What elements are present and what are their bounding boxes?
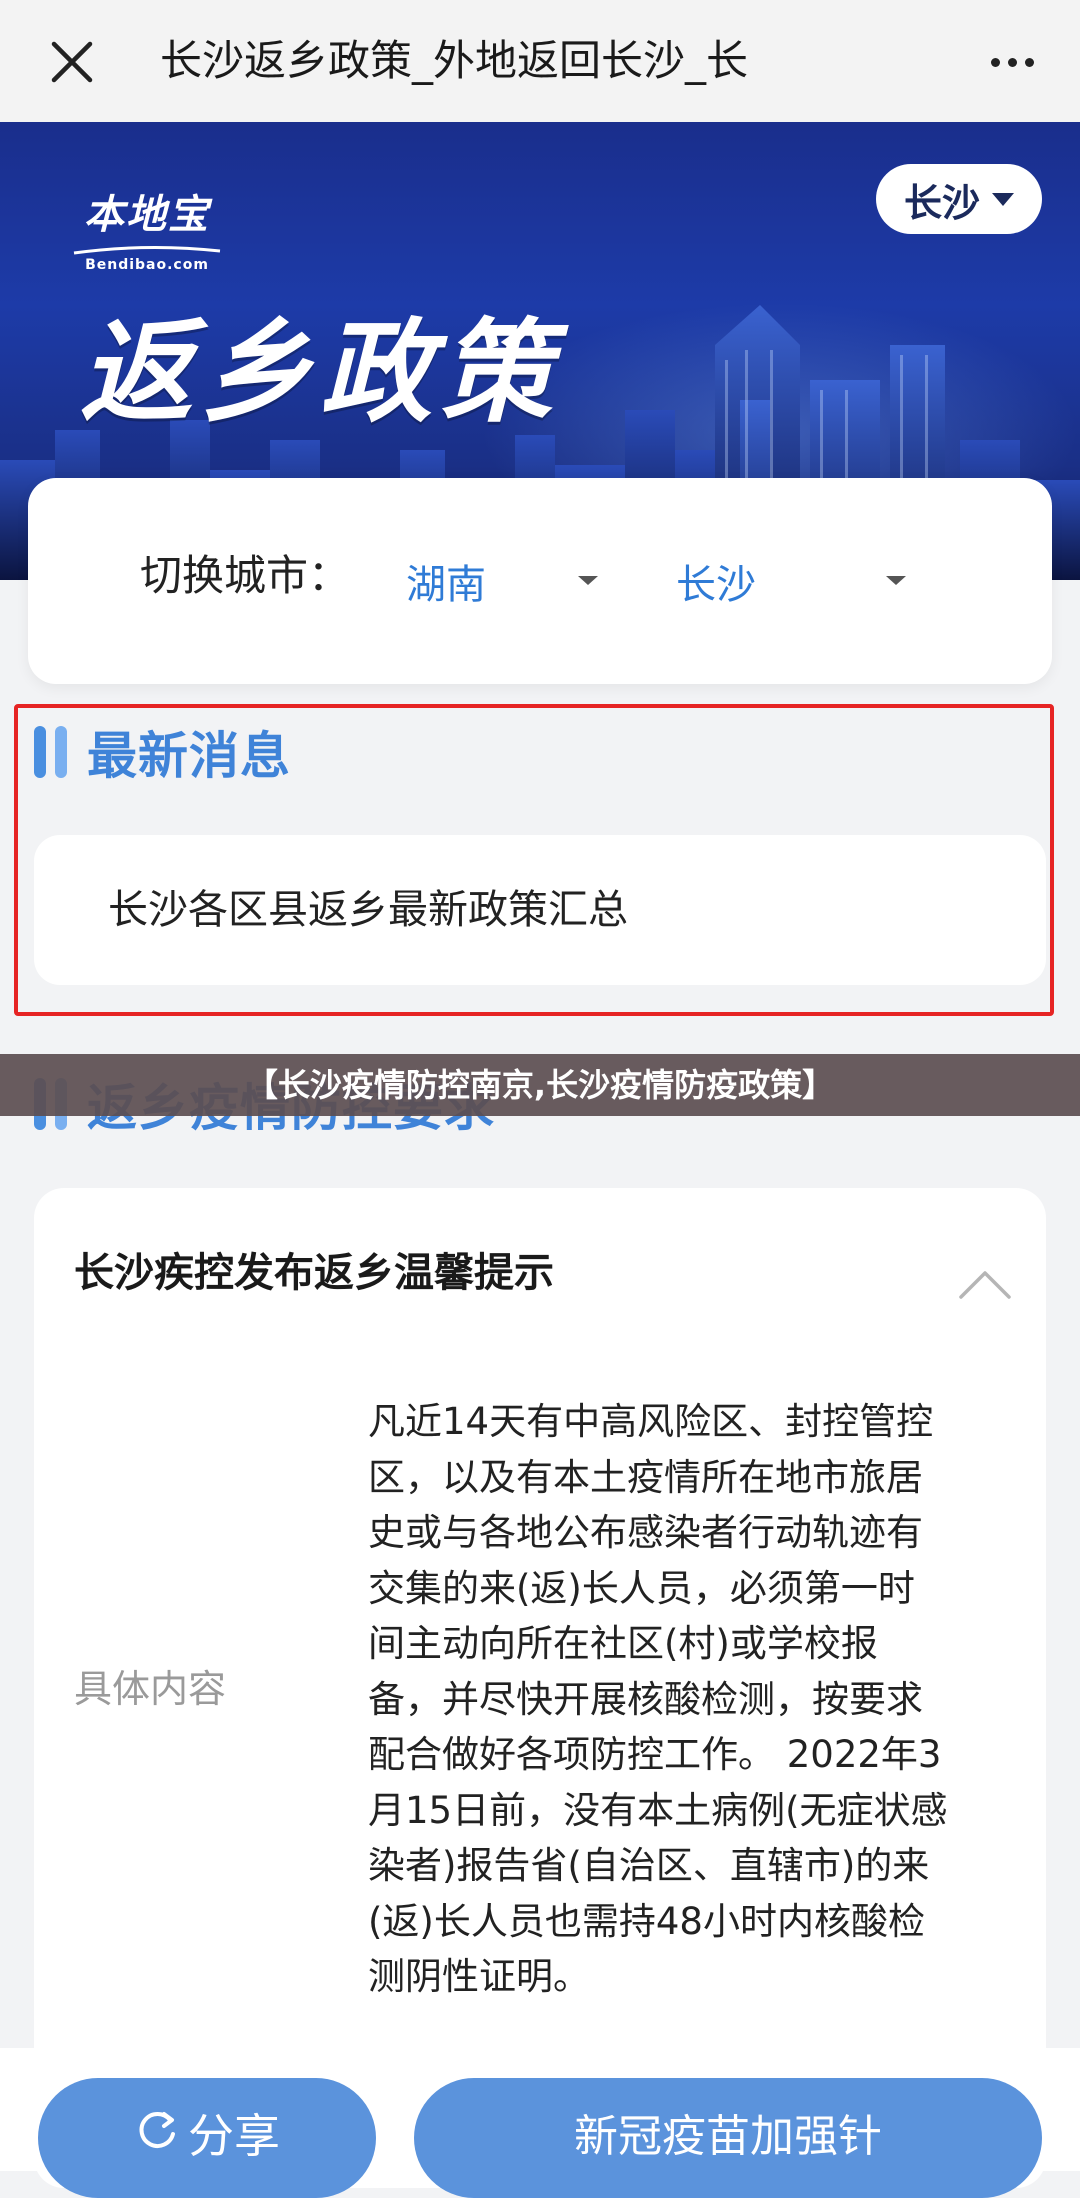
city-select[interactable]: 长沙 (676, 478, 926, 684)
content-line: 间主动向所在社区(村)或学校报 (368, 1622, 878, 1665)
share-label: 分享 (188, 2109, 280, 2163)
vaccine-booster-button[interactable]: 新冠疫苗加强针 (414, 2078, 1042, 2198)
city-selector-pill[interactable]: 长沙 (876, 164, 1042, 234)
dropdown-triangle-icon (992, 192, 1014, 206)
content-line: 染者)报告省(自治区、直辖市)的来 (368, 1844, 930, 1887)
content-line: 月15日前，没有本土病例(无症状感 (368, 1788, 948, 1832)
vaccine-label: 新冠疫苗加强针 (574, 2111, 882, 2162)
news-item[interactable]: 长沙各区县返乡最新政策汇总 (34, 835, 1046, 985)
caret-down-icon (886, 576, 906, 585)
banner-title: 返乡政策 (80, 308, 560, 438)
brand-name: 本地宝 (84, 191, 210, 238)
caret-down-icon (578, 576, 598, 585)
content-line: 凡近14天有中高风险区、封控管控 (368, 1400, 934, 1443)
nav-bar: 长沙返乡政策_外地返回长沙_长 (0, 0, 1080, 123)
city-pill-label: 长沙 (903, 180, 980, 225)
chevron-up-icon[interactable] (958, 1268, 1012, 1300)
content-line: 区，以及有本土疫情所在地市旅居 (368, 1455, 923, 1499)
content-line: 备，并尽快开展核酸检测，按要求 (368, 1677, 923, 1721)
field-label: 具体内容 (74, 1667, 227, 1711)
bottom-action-bar: 分享 新冠疫苗加强针 (0, 2048, 1080, 2198)
content-line: 测阴性证明。 (368, 1955, 590, 1998)
content-line: (返)长人员也需持48小时内核酸检 (368, 1899, 925, 1943)
brand-swoosh-icon (73, 245, 221, 255)
latest-news-heading: 最新消息 (34, 722, 291, 785)
share-button[interactable]: 分享 (38, 2078, 376, 2198)
switch-city-label: 切换城市： (140, 551, 351, 600)
city-switch-card: 切换城市： 湖南 长沙 (28, 478, 1052, 684)
policy-card: 长沙疾控发布返乡温馨提示 具体内容 凡近14天有中高风险区、封控管控 区，以及有… (34, 1188, 1046, 2188)
province-select[interactable]: 湖南 (406, 478, 626, 684)
page-title: 长沙返乡政策_外地返回长沙_长 (160, 36, 749, 85)
content-line: 史或与各地公布感染者行动轨迹有 (368, 1511, 923, 1554)
latest-news-title: 最新消息 (87, 727, 291, 785)
policy-title: 长沙疾控发布返乡温馨提示 (74, 1250, 554, 1296)
brand-domain: Bendibao.com (85, 257, 209, 273)
province-value: 湖南 (406, 562, 486, 608)
content-line: 配合做好各项防控工作。 2022年3 (368, 1733, 942, 1776)
section-marker-icon (34, 726, 67, 778)
city-value: 长沙 (676, 562, 756, 608)
news-item-title: 长沙各区县返乡最新政策汇总 (108, 887, 628, 933)
caption-overlay: 【长沙疫情防控南京,长沙疫情防疫政策】 (0, 1054, 1080, 1116)
brand-logo: 本地宝 Bendibao.com (72, 182, 222, 273)
share-icon (139, 2112, 175, 2148)
more-icon[interactable] (980, 40, 1044, 84)
content-line: 交集的来(返)长人员，必须第一时 (368, 1566, 915, 1610)
close-icon[interactable] (40, 30, 104, 94)
policy-content: 凡近14天有中高风险区、封控管控 区，以及有本土疫情所在地市旅居 史或与各地公布… (368, 1394, 988, 2005)
